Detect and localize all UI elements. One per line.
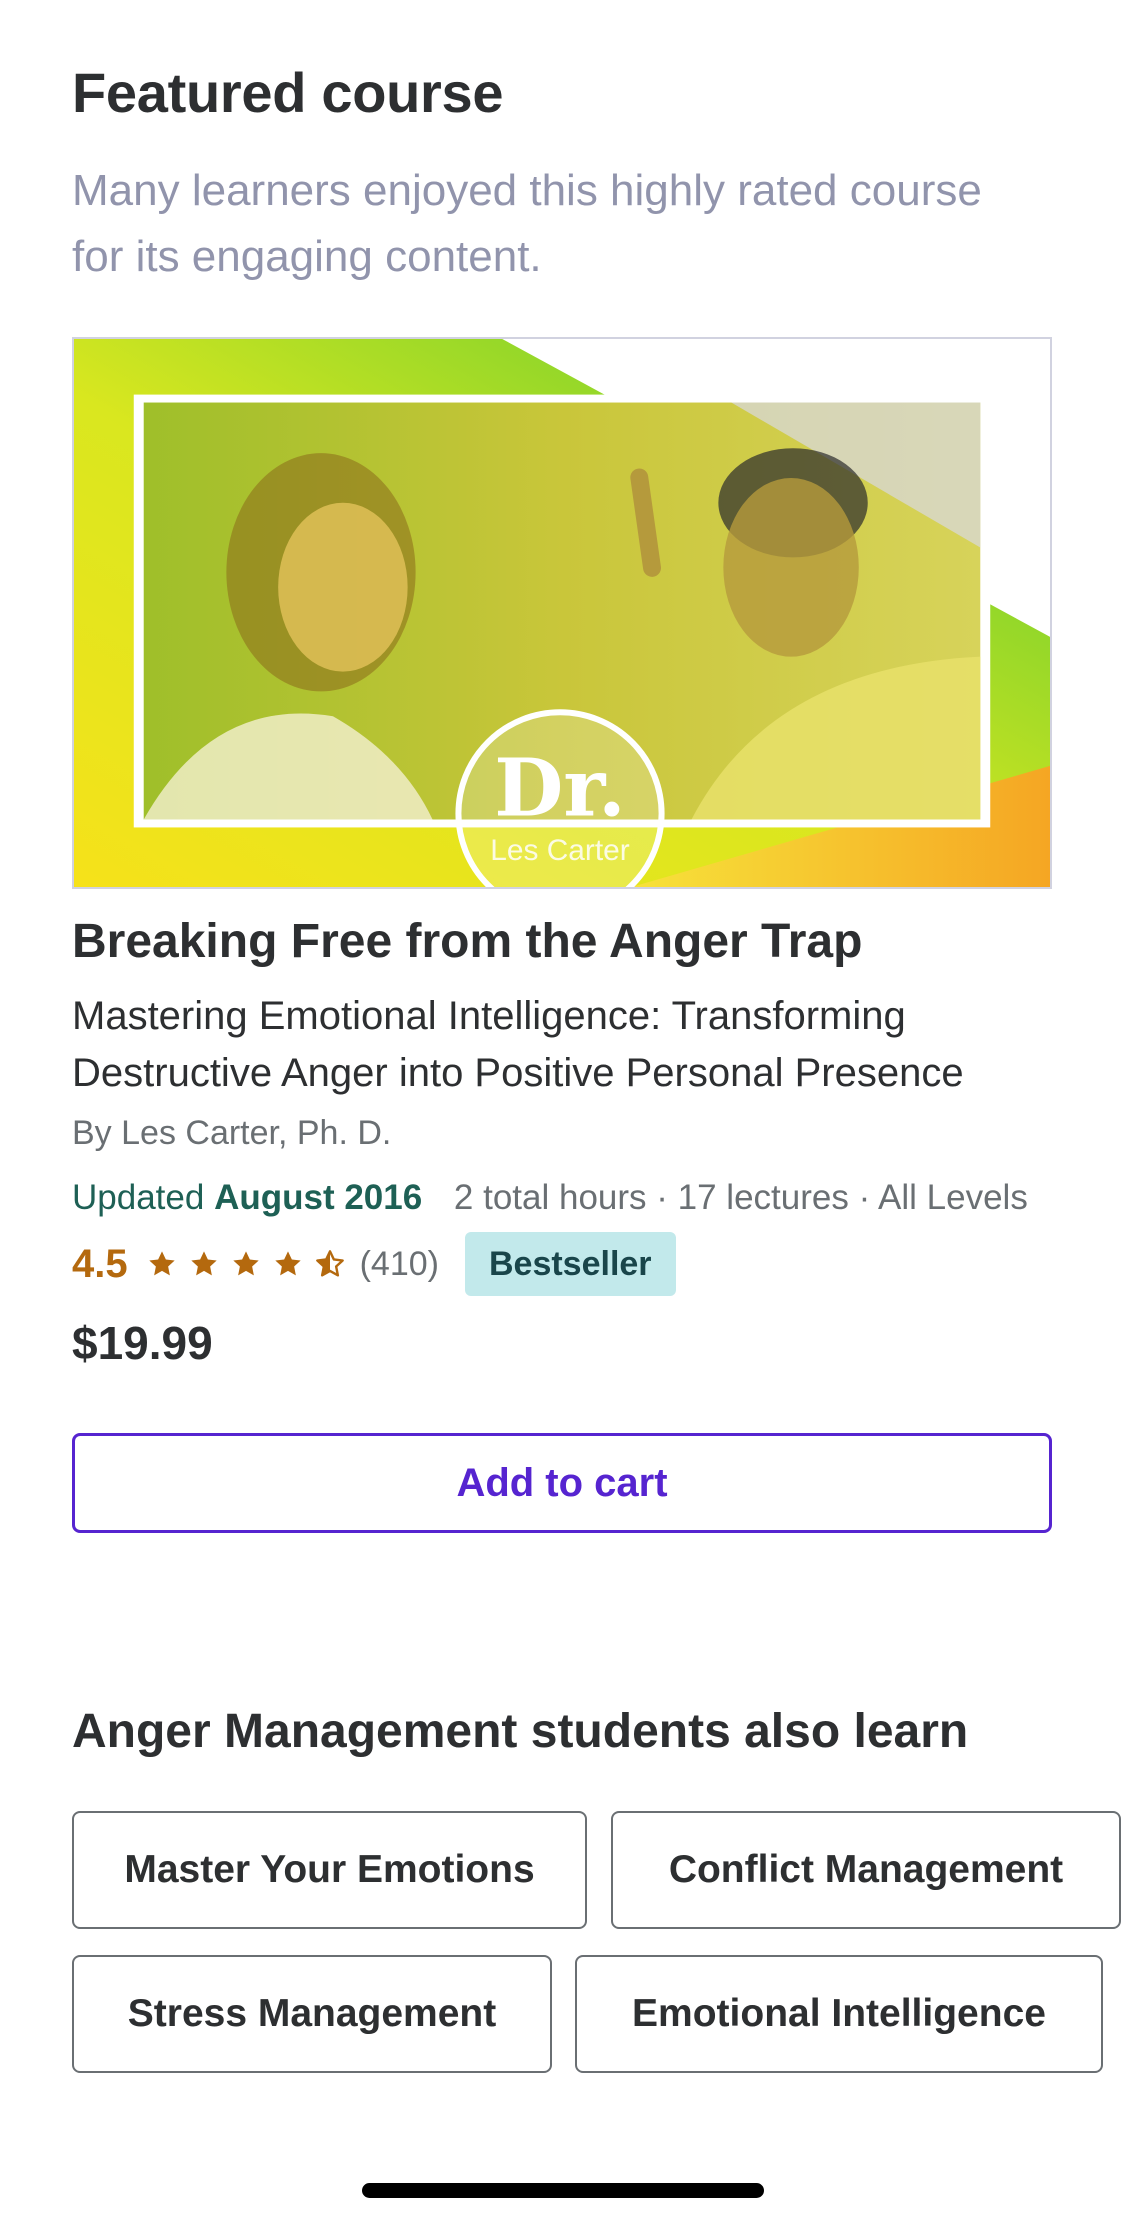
rating-count: (410) <box>359 1244 439 1283</box>
course-headline: Mastering Emotional Intelligence: Transf… <box>72 994 964 1095</box>
related-topics-title: Anger Management students also learn <box>72 1705 969 1758</box>
star-icon <box>272 1248 304 1280</box>
updated-date: August 2016 <box>214 1178 423 1217</box>
half-star-icon <box>314 1248 346 1280</box>
logo-subtext: Les Carter <box>490 834 630 867</box>
logo-text: Dr. <box>494 741 625 835</box>
star-icon <box>146 1248 178 1280</box>
course-meta: Updated August 2016 2 total hours · 17 l… <box>72 1174 1028 1222</box>
rating-row: 4.5 (410) Bestseller <box>72 1232 676 1296</box>
course-title[interactable]: Breaking Free from the Anger Trap <box>72 914 862 969</box>
topic-stress-management[interactable]: Stress Management <box>72 1955 552 2073</box>
star-icon <box>230 1248 262 1280</box>
course-price: $19.99 <box>72 1317 213 1369</box>
course-author: By Les Carter, Ph. D. <box>72 1114 392 1152</box>
star-icon <box>188 1248 220 1280</box>
add-to-cart-button[interactable]: Add to cart <box>72 1433 1052 1533</box>
topic-emotional-intelligence[interactable]: Emotional Intelligence <box>575 1955 1103 2073</box>
rating-value: 4.5 <box>72 1241 128 1286</box>
course-stats: 2 total hours · 17 lectures · All Levels <box>453 1178 1028 1217</box>
course-thumbnail[interactable]: Dr. Les Carter <box>72 337 1052 889</box>
topic-master-your-emotions[interactable]: Master Your Emotions <box>72 1811 587 1929</box>
updated-label: Updated <box>72 1178 205 1217</box>
star-rating <box>146 1248 346 1280</box>
bestseller-badge: Bestseller <box>464 1232 676 1296</box>
topic-conflict-management[interactable]: Conflict Management <box>611 1811 1121 1929</box>
section-subtitle: Many learners enjoyed this highly rated … <box>72 166 982 281</box>
section-title: Featured course <box>72 61 504 124</box>
home-indicator[interactable] <box>362 2183 764 2198</box>
